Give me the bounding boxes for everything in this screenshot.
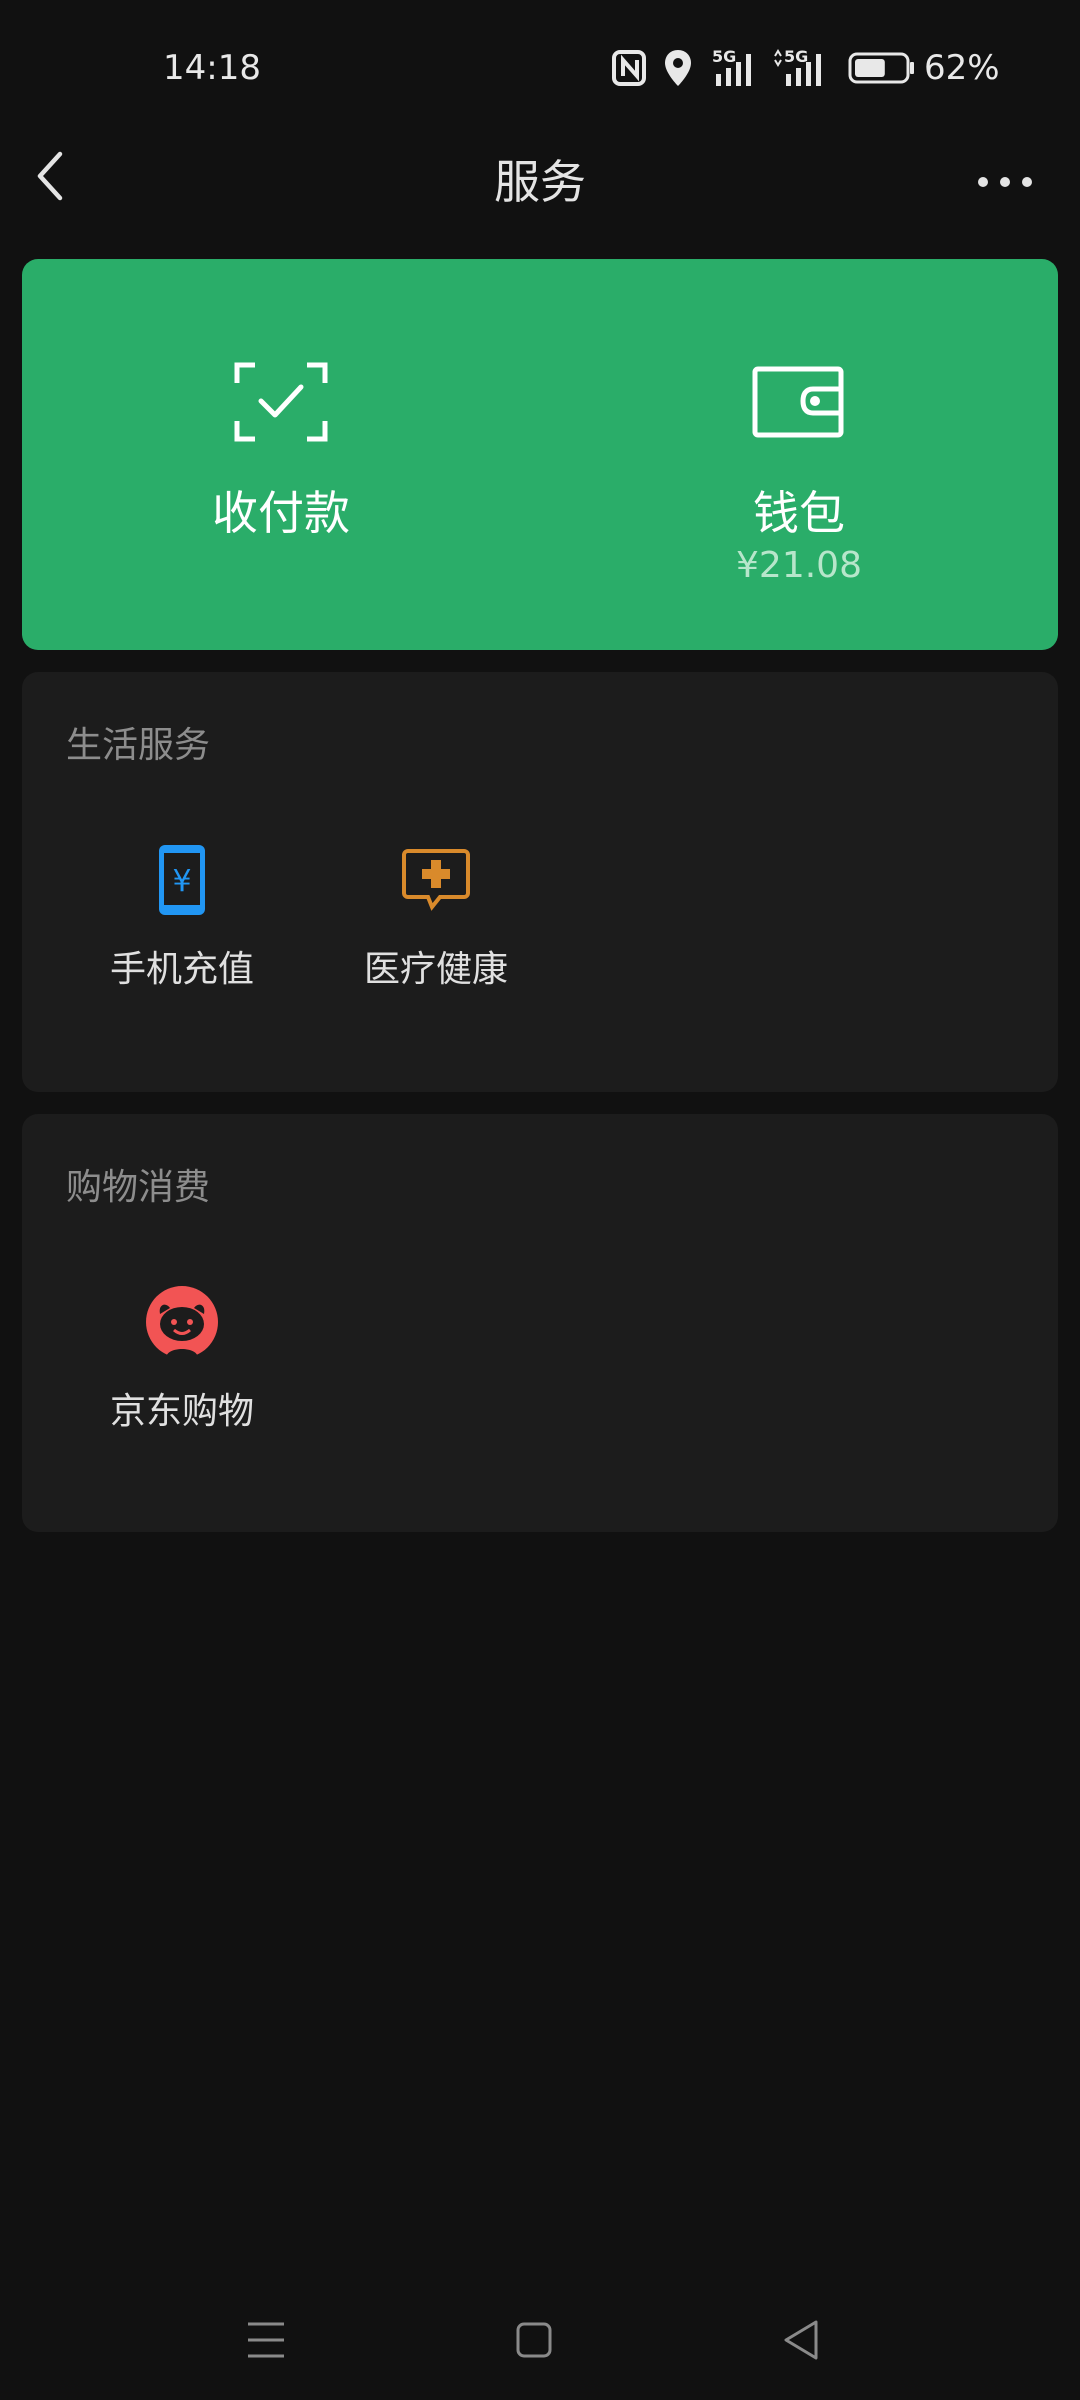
section-title: 生活服务 xyxy=(66,725,211,766)
menu-icon xyxy=(248,2322,284,2358)
more-button[interactable] xyxy=(970,150,1040,200)
wallet-label: 钱包 xyxy=(753,486,845,540)
battery-percent: 62% xyxy=(924,48,1000,88)
receive-pay-button[interactable]: 收付款 xyxy=(22,259,540,650)
more-dots-icon xyxy=(978,177,1032,187)
location-icon xyxy=(665,50,691,86)
home-button[interactable] xyxy=(504,2310,564,2370)
page-title: 服务 xyxy=(494,155,586,209)
section-title: 购物消费 xyxy=(66,1167,211,1208)
network-label: 5G xyxy=(784,48,808,66)
status-time: 14:18 xyxy=(163,48,261,88)
back-triangle-icon xyxy=(784,2320,818,2360)
jd-shopping-button[interactable]: 京东购物 xyxy=(52,1282,312,1482)
jd-shopping-icon xyxy=(146,1286,218,1358)
nfc-icon xyxy=(612,50,646,86)
svg-text:¥: ¥ xyxy=(172,864,191,899)
menu-button[interactable] xyxy=(236,2310,296,2370)
medical-health-icon xyxy=(402,849,470,911)
wallet-balance: ¥21.08 xyxy=(736,545,862,586)
status-icons: 5G 5G 62% xyxy=(612,48,1006,96)
signal-5g-icon: 5G xyxy=(774,48,821,86)
signal-5g-icon: 5G xyxy=(712,48,751,86)
battery-icon xyxy=(848,52,914,84)
battery-fill xyxy=(855,59,885,77)
wallet-icon xyxy=(752,366,844,438)
header: 服务 xyxy=(0,140,1080,260)
wallet-button[interactable]: 钱包 ¥21.08 xyxy=(540,259,1058,650)
receive-pay-label: 收付款 xyxy=(212,486,350,540)
service-label: 医疗健康 xyxy=(363,949,508,990)
phone-recharge-icon: ¥ xyxy=(159,845,205,915)
status-bar: 14:18 5G 5G 62% xyxy=(0,0,1080,140)
nav-bar xyxy=(0,2280,1080,2400)
medical-health-button[interactable]: 医疗健康 xyxy=(306,840,566,1040)
home-icon xyxy=(516,2322,552,2358)
service-label: 京东购物 xyxy=(109,1391,254,1432)
back-nav-button[interactable] xyxy=(772,2310,832,2370)
network-label: 5G xyxy=(712,48,736,66)
service-label: 手机充值 xyxy=(109,949,254,990)
shopping-section: 购物消费 京东购物 xyxy=(22,1114,1058,1532)
life-services-section: 生活服务 ¥ 手机充值 医疗健康 xyxy=(22,672,1058,1092)
pay-card: 收付款 钱包 ¥21.08 xyxy=(22,259,1058,650)
phone-recharge-button[interactable]: ¥ 手机充值 xyxy=(52,840,312,1040)
scan-check-icon xyxy=(234,362,328,442)
